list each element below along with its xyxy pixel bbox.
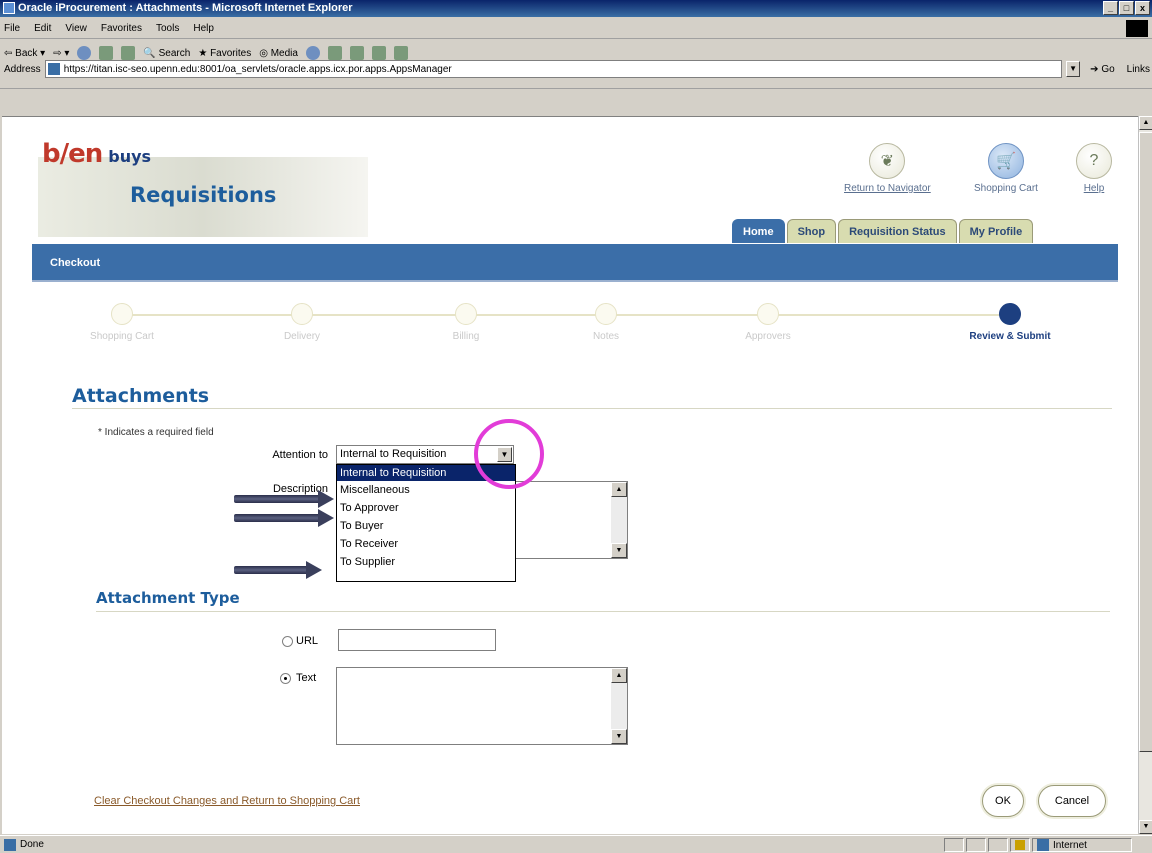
url-input[interactable] [338,629,496,651]
page-icon [47,63,60,75]
return-to-navigator-link[interactable]: Return to Navigator [844,183,931,194]
page-content: b/en buys Requisitions ❦ Return to Naviga… [2,116,1138,834]
description-label: Description [272,483,328,495]
attachment-type-heading: Attachment Type [96,589,240,607]
windows-logo-icon [1126,20,1148,37]
checkout-train: Shopping Cart Delivery Billing Notes App… [62,299,1092,359]
text-radio[interactable] [280,673,291,684]
window-title: Oracle iProcurement : Attachments - Micr… [18,2,353,14]
address-label: Address [4,63,41,75]
navigator-icon[interactable]: ❦ [869,143,906,179]
train-step-billing: Billing [396,303,536,342]
shopping-cart-icon[interactable]: 🛒 [987,143,1024,179]
url-label: URL [296,635,319,647]
menu-bar: File Edit View Favorites Tools Help [0,19,1152,39]
train-step-approvers: Approvers [698,303,838,342]
menu-tools[interactable]: Tools [156,23,179,34]
text-label: Text [296,672,317,684]
security-zone: Internet [1032,838,1132,852]
minimize-button[interactable]: _ [1103,1,1118,15]
address-url: https://titan.isc-seo.upenn.edu:8001/oa_… [63,63,452,75]
ok-button[interactable]: OK [982,785,1024,817]
option-to-receiver[interactable]: To Receiver [337,535,515,553]
back-button[interactable]: ⇦ Back ▾ [4,48,45,59]
text-textarea[interactable]: ▲ ▼ [336,667,628,745]
train-step-notes: Notes [536,303,676,342]
train-step-delivery: Delivery [232,303,372,342]
status-bar: Done Internet [0,835,1152,853]
search-button[interactable]: 🔍 Search [143,48,190,59]
attachment-type-rule [96,611,1110,612]
title-bar: Oracle iProcurement : Attachments - Micr… [0,0,1152,17]
menu-view[interactable]: View [65,23,87,34]
ie-icon [3,2,15,14]
url-radio[interactable] [282,636,293,647]
option-to-approver[interactable]: To Approver [337,499,515,517]
page-title-bar: Checkout [32,244,1118,282]
logo-mark: b/en [42,139,103,169]
address-dropdown-icon[interactable]: ▼ [1066,61,1081,77]
go-button[interactable]: ➔ Go [1090,64,1115,75]
checkout-title: Checkout [50,257,101,269]
option-to-supplier[interactable]: To Supplier [337,553,515,571]
shopping-cart-global[interactable]: 🛒 Shopping Cart [974,143,1038,194]
menu-file[interactable]: File [4,23,20,34]
browser-window: Oracle iProcurement : Attachments - Micr… [0,0,1152,853]
return-to-navigator[interactable]: ❦ Return to Navigator [844,143,931,194]
shopping-cart-label[interactable]: Shopping Cart [974,183,1038,194]
logo: b/en buys [42,139,151,169]
globe-icon [1037,839,1049,851]
attention-to-label: Attention to [272,449,328,461]
attachments-heading: Attachments [72,385,210,407]
media-button[interactable]: ◎ Media [259,48,298,59]
menu-favorites[interactable]: Favorites [101,23,142,34]
tab-my-profile[interactable]: My Profile [958,219,1034,243]
annotation-arrow-3 [234,561,322,579]
close-button[interactable]: x [1135,1,1150,15]
links-button[interactable]: Links [1127,64,1150,75]
clear-checkout-link[interactable]: Clear Checkout Changes and Return to Sho… [94,795,360,807]
logo-suffix: buys [108,147,152,166]
tab-home[interactable]: Home [732,219,785,243]
maximize-button[interactable]: □ [1119,1,1134,15]
status-cell [966,838,986,852]
tab-bar: Home Shop Requisition Status My Profile [732,219,1035,243]
scroll-up-icon[interactable]: ▲ [1139,116,1152,130]
option-miscellaneous[interactable]: Miscellaneous [337,481,515,499]
tab-requisition-status[interactable]: Requisition Status [838,219,957,243]
train-step-shopping-cart: Shopping Cart [52,303,192,342]
address-input[interactable]: https://titan.isc-seo.upenn.edu:8001/oa_… [44,60,1063,78]
vertical-scrollbar[interactable]: ▲ ▼ [1138,116,1152,834]
address-bar: Address https://titan.isc-seo.upenn.edu:… [4,58,1150,80]
status-text: Done [20,839,44,850]
annotation-arrow-2 [234,509,334,527]
page-status-icon [4,838,16,851]
cancel-button[interactable]: Cancel [1038,785,1106,817]
help-global[interactable]: ? Help [1076,143,1112,194]
menu-help[interactable]: Help [193,23,214,34]
attachments-rule [72,408,1112,409]
highlight-circle [474,419,544,489]
app-title: Requisitions [130,183,277,207]
lock-icon [1015,840,1025,850]
forward-button[interactable]: ⇨ ▾ [53,48,69,59]
status-cell [944,838,964,852]
help-link[interactable]: Help [1084,183,1105,194]
scroll-thumb[interactable] [1139,132,1152,752]
lock-cell [1010,838,1030,852]
help-icon[interactable]: ? [1076,143,1112,179]
annotation-arrow-1 [234,490,334,508]
tab-shop[interactable]: Shop [786,219,837,243]
favorites-button[interactable]: ★ Favorites [198,48,251,59]
option-to-buyer[interactable]: To Buyer [337,517,515,535]
required-note: * Indicates a required field [98,427,214,438]
menu-edit[interactable]: Edit [34,23,51,34]
zone-label: Internet [1053,839,1087,851]
train-step-review-submit: Review & Submit [940,303,1080,342]
status-cell [988,838,1008,852]
scroll-down-icon[interactable]: ▼ [1139,820,1152,834]
